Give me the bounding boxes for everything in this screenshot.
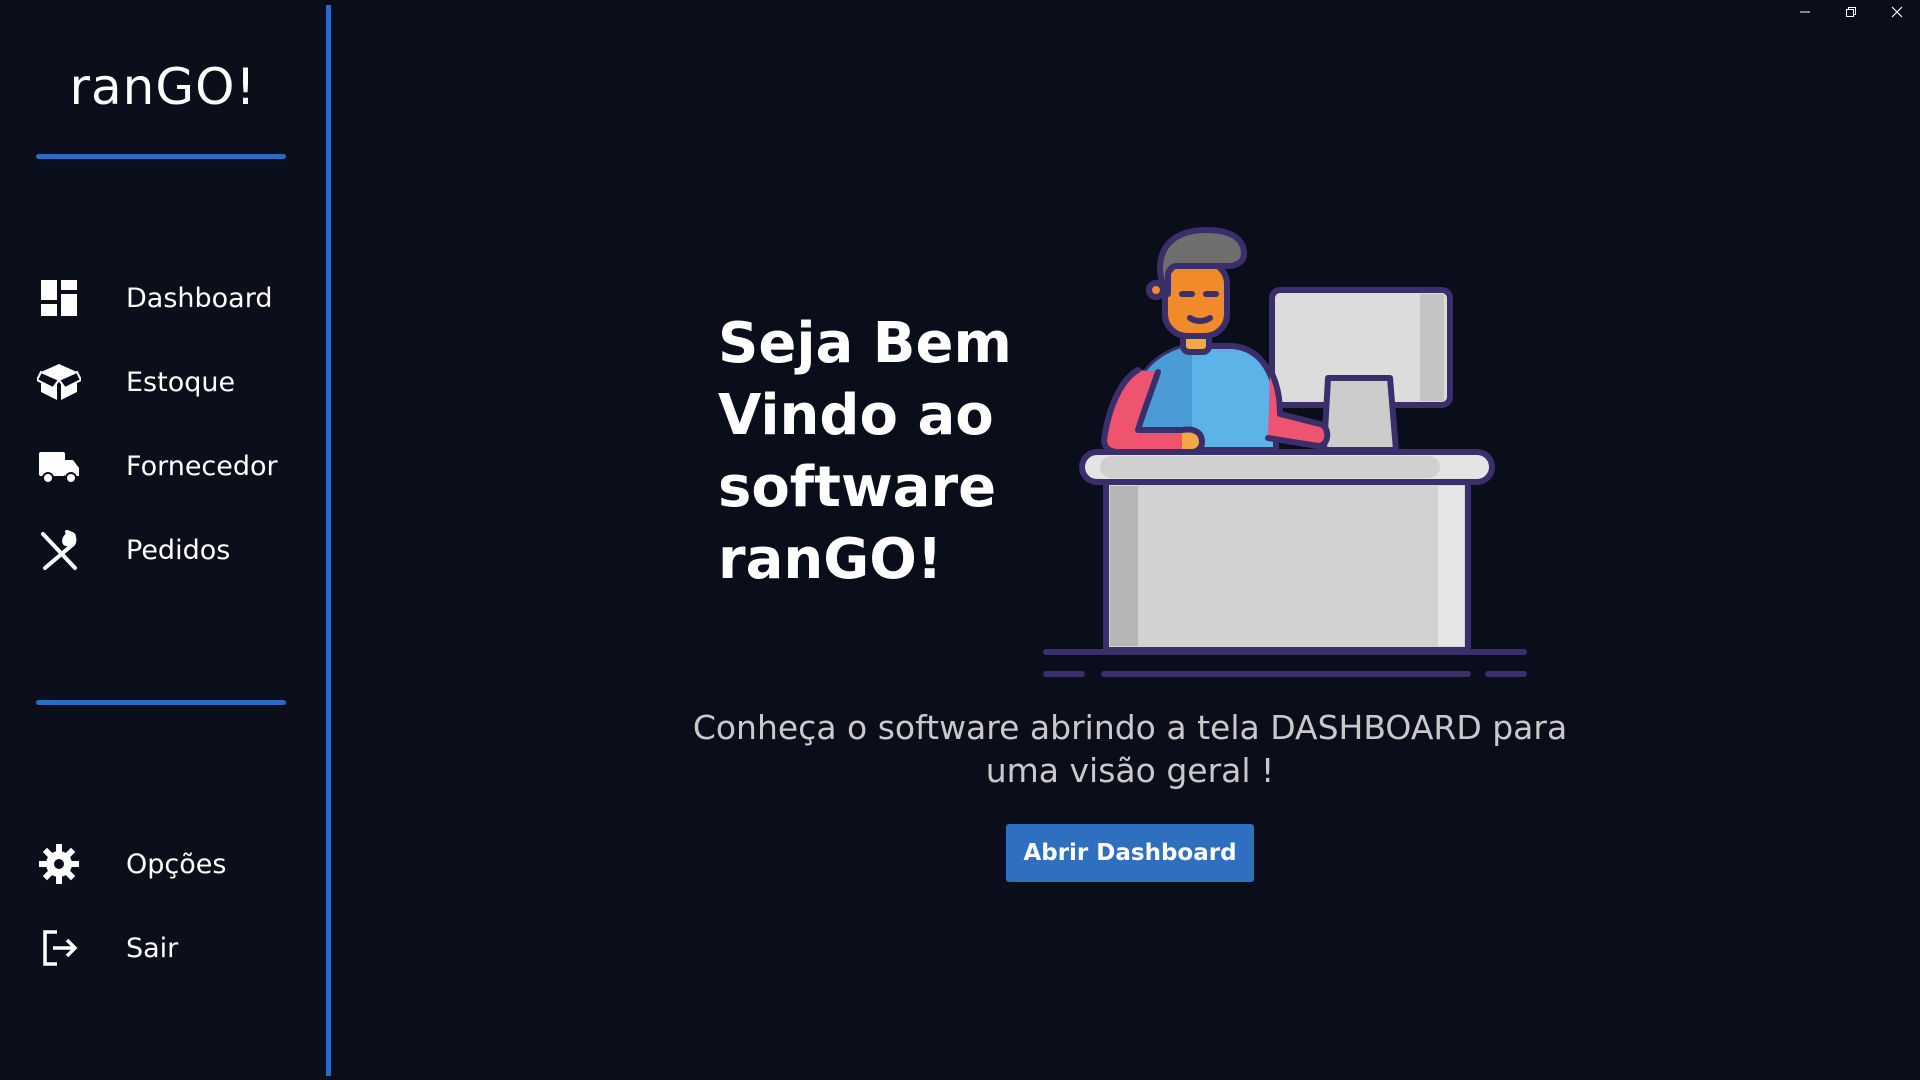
sidebar-divider-bottom	[36, 700, 286, 705]
welcome-subtitle: Conheça o software abrindo a tela DASHBO…	[630, 706, 1630, 792]
minimize-button[interactable]	[1782, 0, 1828, 24]
sidebar-item-label: Pedidos	[126, 534, 231, 566]
close-icon	[1891, 6, 1903, 18]
sidebar-item-label: Sair	[126, 932, 179, 964]
sidebar-border	[326, 5, 331, 1076]
gear-icon	[36, 841, 82, 887]
sidebar-item-estoque[interactable]: Estoque	[36, 352, 316, 412]
truck-icon	[36, 443, 82, 489]
sidebar-item-fornecedor[interactable]: Fornecedor	[36, 436, 316, 496]
welcome-line: ranGO!	[718, 527, 943, 592]
open-dashboard-button[interactable]: Abrir Dashboard	[1006, 824, 1254, 882]
sidebar-divider-top	[36, 154, 286, 159]
welcome-title: Seja Bem Vindo ao software ranGO!	[718, 308, 1038, 596]
utensils-icon	[36, 527, 82, 573]
minimize-icon	[1800, 11, 1810, 13]
welcome-line: Seja Bem	[718, 311, 1012, 376]
sidebar-item-label: Estoque	[126, 366, 236, 398]
sidebar-item-label: Opções	[126, 848, 227, 880]
sidebar-item-label: Dashboard	[126, 282, 273, 314]
window-controls	[1782, 0, 1920, 24]
desk-worker-illustration	[1043, 227, 1527, 677]
subtitle-line: Conheça o software abrindo a tela DASHBO…	[692, 708, 1568, 747]
restore-button[interactable]	[1828, 0, 1874, 24]
sidebar-item-pedidos[interactable]: Pedidos	[36, 520, 316, 580]
sidebar-item-label: Fornecedor	[126, 450, 278, 482]
sidebar-item-opcoes[interactable]: Opções	[36, 834, 316, 894]
logout-icon	[36, 925, 82, 971]
box-icon	[36, 359, 82, 405]
dashboard-icon	[36, 275, 82, 321]
app-window: ranGO! Dashboard Estoque Fornecedor Pedi	[0, 0, 1920, 1080]
welcome-line: software	[718, 455, 997, 520]
welcome-line: Vindo ao	[718, 383, 994, 448]
app-logo: ranGO!	[69, 58, 257, 116]
close-button[interactable]	[1874, 0, 1920, 24]
sidebar-item-sair[interactable]: Sair	[36, 918, 316, 978]
sidebar: ranGO! Dashboard Estoque Fornecedor Pedi	[0, 0, 326, 1080]
sidebar-item-dashboard[interactable]: Dashboard	[36, 268, 316, 328]
subtitle-line: uma visão geral !	[985, 751, 1275, 790]
restore-icon	[1846, 7, 1856, 17]
